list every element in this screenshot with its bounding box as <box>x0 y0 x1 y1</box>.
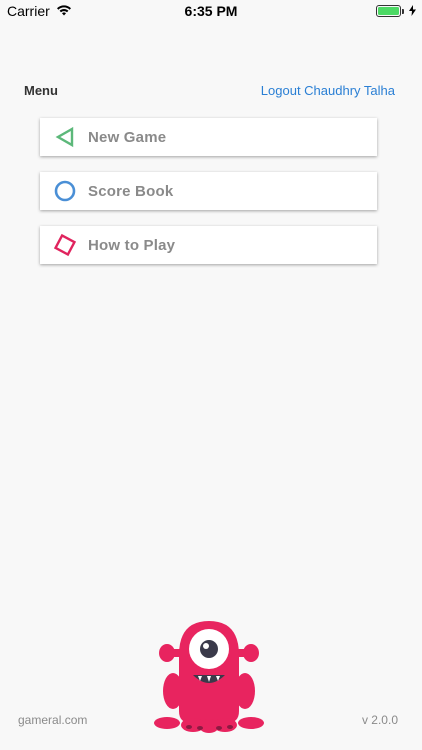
score-book-button[interactable]: Score Book <box>40 172 377 210</box>
menu-list: New Game Score Book How to Play <box>40 118 377 280</box>
monster-mascot-icon <box>153 615 265 735</box>
logout-link[interactable]: Logout Chaudhry Talha <box>261 83 395 98</box>
status-bar: Carrier 6:35 PM <box>0 0 422 22</box>
how-to-play-button[interactable]: How to Play <box>40 226 377 264</box>
new-game-label: New Game <box>88 128 167 146</box>
circle-icon <box>42 172 88 210</box>
status-time: 6:35 PM <box>184 3 238 19</box>
footer-version-label: v 2.0.0 <box>361 713 398 727</box>
menu-title: Menu <box>24 83 58 98</box>
battery-icon <box>376 5 404 17</box>
new-game-button[interactable]: New Game <box>40 118 377 156</box>
score-book-label: Score Book <box>88 182 174 200</box>
how-to-play-label: How to Play <box>88 236 176 254</box>
triangle-icon <box>42 118 88 156</box>
diamond-icon <box>42 226 88 264</box>
footer-site-label: gameral.com <box>18 713 88 727</box>
